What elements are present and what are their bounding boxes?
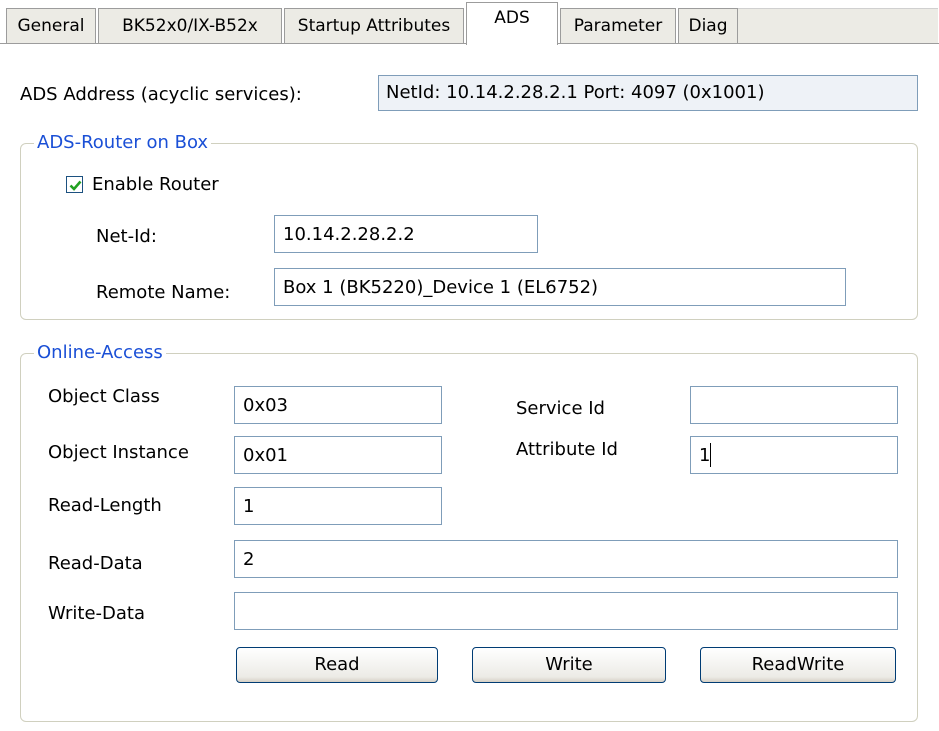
text-cursor (710, 443, 711, 467)
attribute-id-label: Attribute Id (516, 439, 618, 460)
tab-diag[interactable]: Diag (678, 8, 738, 44)
tab-general[interactable]: General (6, 8, 96, 44)
read-button[interactable]: Read (236, 647, 438, 683)
object-class-label: Object Class (48, 386, 160, 407)
checkmark-icon (69, 180, 82, 191)
service-id-input[interactable] (690, 386, 898, 424)
read-length-input[interactable] (234, 487, 442, 525)
object-class-input[interactable] (234, 386, 442, 424)
tab-startup-attributes[interactable]: Startup Attributes (284, 8, 464, 44)
tab-parameter[interactable]: Parameter (560, 8, 676, 44)
remote-name-input[interactable] (274, 268, 846, 306)
write-button[interactable]: Write (472, 647, 666, 683)
read-data-input[interactable] (234, 540, 898, 578)
ads-address-label: ADS Address (acyclic services): (20, 84, 302, 105)
attribute-id-input[interactable] (690, 436, 898, 474)
enable-router-checkbox[interactable] (66, 176, 83, 193)
readwrite-button[interactable]: ReadWrite (700, 647, 896, 683)
object-instance-input[interactable] (234, 436, 442, 474)
router-group-title: ADS-Router on Box (34, 132, 212, 154)
ads-property-page: General BK52x0/IX-B52x Startup Attribute… (0, 0, 939, 731)
write-data-input[interactable] (234, 592, 898, 630)
tab-bk52x0[interactable]: BK52x0/IX-B52x (98, 8, 282, 44)
object-instance-label: Object Instance (48, 442, 189, 463)
tab-strip-background (738, 8, 938, 44)
tab-ads[interactable]: ADS (466, 2, 558, 45)
remote-name-label: Remote Name: (96, 282, 231, 303)
service-id-label: Service Id (516, 398, 605, 419)
ads-address-field: NetId: 10.14.2.28.2.1 Port: 4097 (0x1001… (378, 75, 918, 111)
tab-ads-label: ADS (494, 8, 530, 28)
read-data-label: Read-Data (48, 553, 143, 574)
read-length-label: Read-Length (48, 495, 162, 516)
tab-strip: General BK52x0/IX-B52x Startup Attribute… (0, 0, 939, 45)
net-id-input[interactable] (274, 215, 538, 253)
net-id-label: Net-Id: (96, 226, 157, 247)
online-access-title: Online-Access (34, 342, 166, 364)
write-data-label: Write-Data (48, 603, 145, 624)
enable-router-label[interactable]: Enable Router (92, 174, 219, 196)
